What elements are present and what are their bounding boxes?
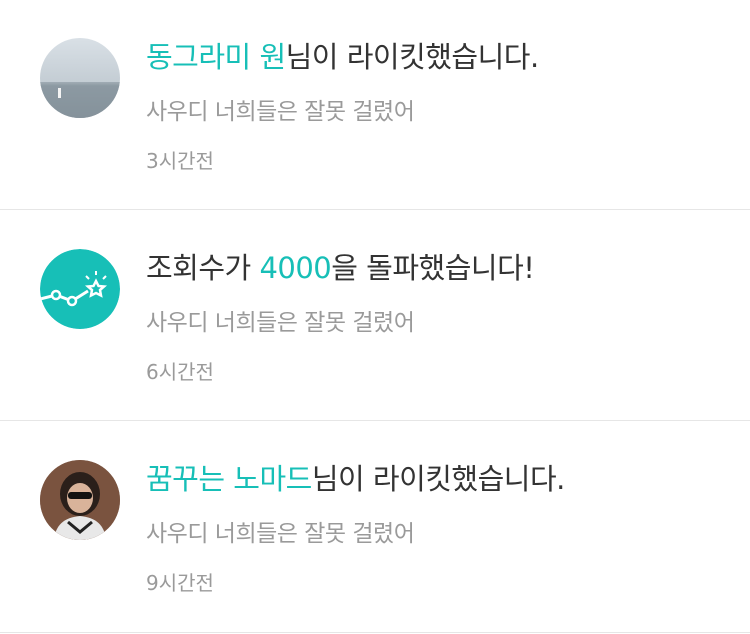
notification-item[interactable]: 조회수가 4000을 돌파했습니다! 사우디 너희들은 잘못 걸렸어 6시간전	[0, 210, 750, 421]
notification-list: 동그라미 원님이 라이킷했습니다. 사우디 너희들은 잘못 걸렸어 3시간전 조…	[0, 0, 750, 633]
user-avatar[interactable]	[40, 460, 120, 540]
notification-text: 님이 라이킷했습니다.	[285, 40, 540, 74]
notification-title: 꿈꾸는 노마드님이 라이킷했습니다.	[146, 456, 565, 498]
timestamp: 6시간전	[146, 360, 214, 384]
notification-prefix: 조회수가	[146, 251, 260, 285]
notification-text: 님이 라이킷했습니다.	[311, 462, 566, 496]
post-title[interactable]: 사우디 너희들은 잘못 걸렸어	[146, 303, 415, 337]
user-name-link[interactable]: 동그라미 원	[146, 40, 286, 74]
person-photo-avatar	[40, 460, 120, 540]
notification-item[interactable]: 동그라미 원님이 라이킷했습니다. 사우디 너희들은 잘못 걸렸어 3시간전	[0, 0, 750, 210]
notification-title: 조회수가 4000을 돌파했습니다!	[146, 245, 535, 287]
post-title[interactable]: 사우디 너희들은 잘못 걸렸어	[146, 514, 415, 548]
timestamp: 9시간전	[146, 571, 214, 595]
sea-photo-avatar	[40, 38, 120, 118]
post-title[interactable]: 사우디 너희들은 잘못 걸렸어	[146, 92, 415, 126]
notification-text: 을 돌파했습니다!	[331, 251, 535, 285]
user-avatar[interactable]	[40, 38, 120, 118]
milestone-avatar	[40, 249, 120, 329]
view-count: 4000	[259, 251, 332, 285]
notification-title: 동그라미 원님이 라이킷했습니다.	[146, 34, 539, 76]
user-name-link[interactable]: 꿈꾸는 노마드	[146, 462, 312, 496]
stats-star-icon	[40, 249, 120, 329]
timestamp: 3시간전	[146, 149, 214, 173]
notification-item[interactable]: 꿈꾸는 노마드님이 라이킷했습니다. 사우디 너희들은 잘못 걸렸어 9시간전	[0, 421, 750, 633]
